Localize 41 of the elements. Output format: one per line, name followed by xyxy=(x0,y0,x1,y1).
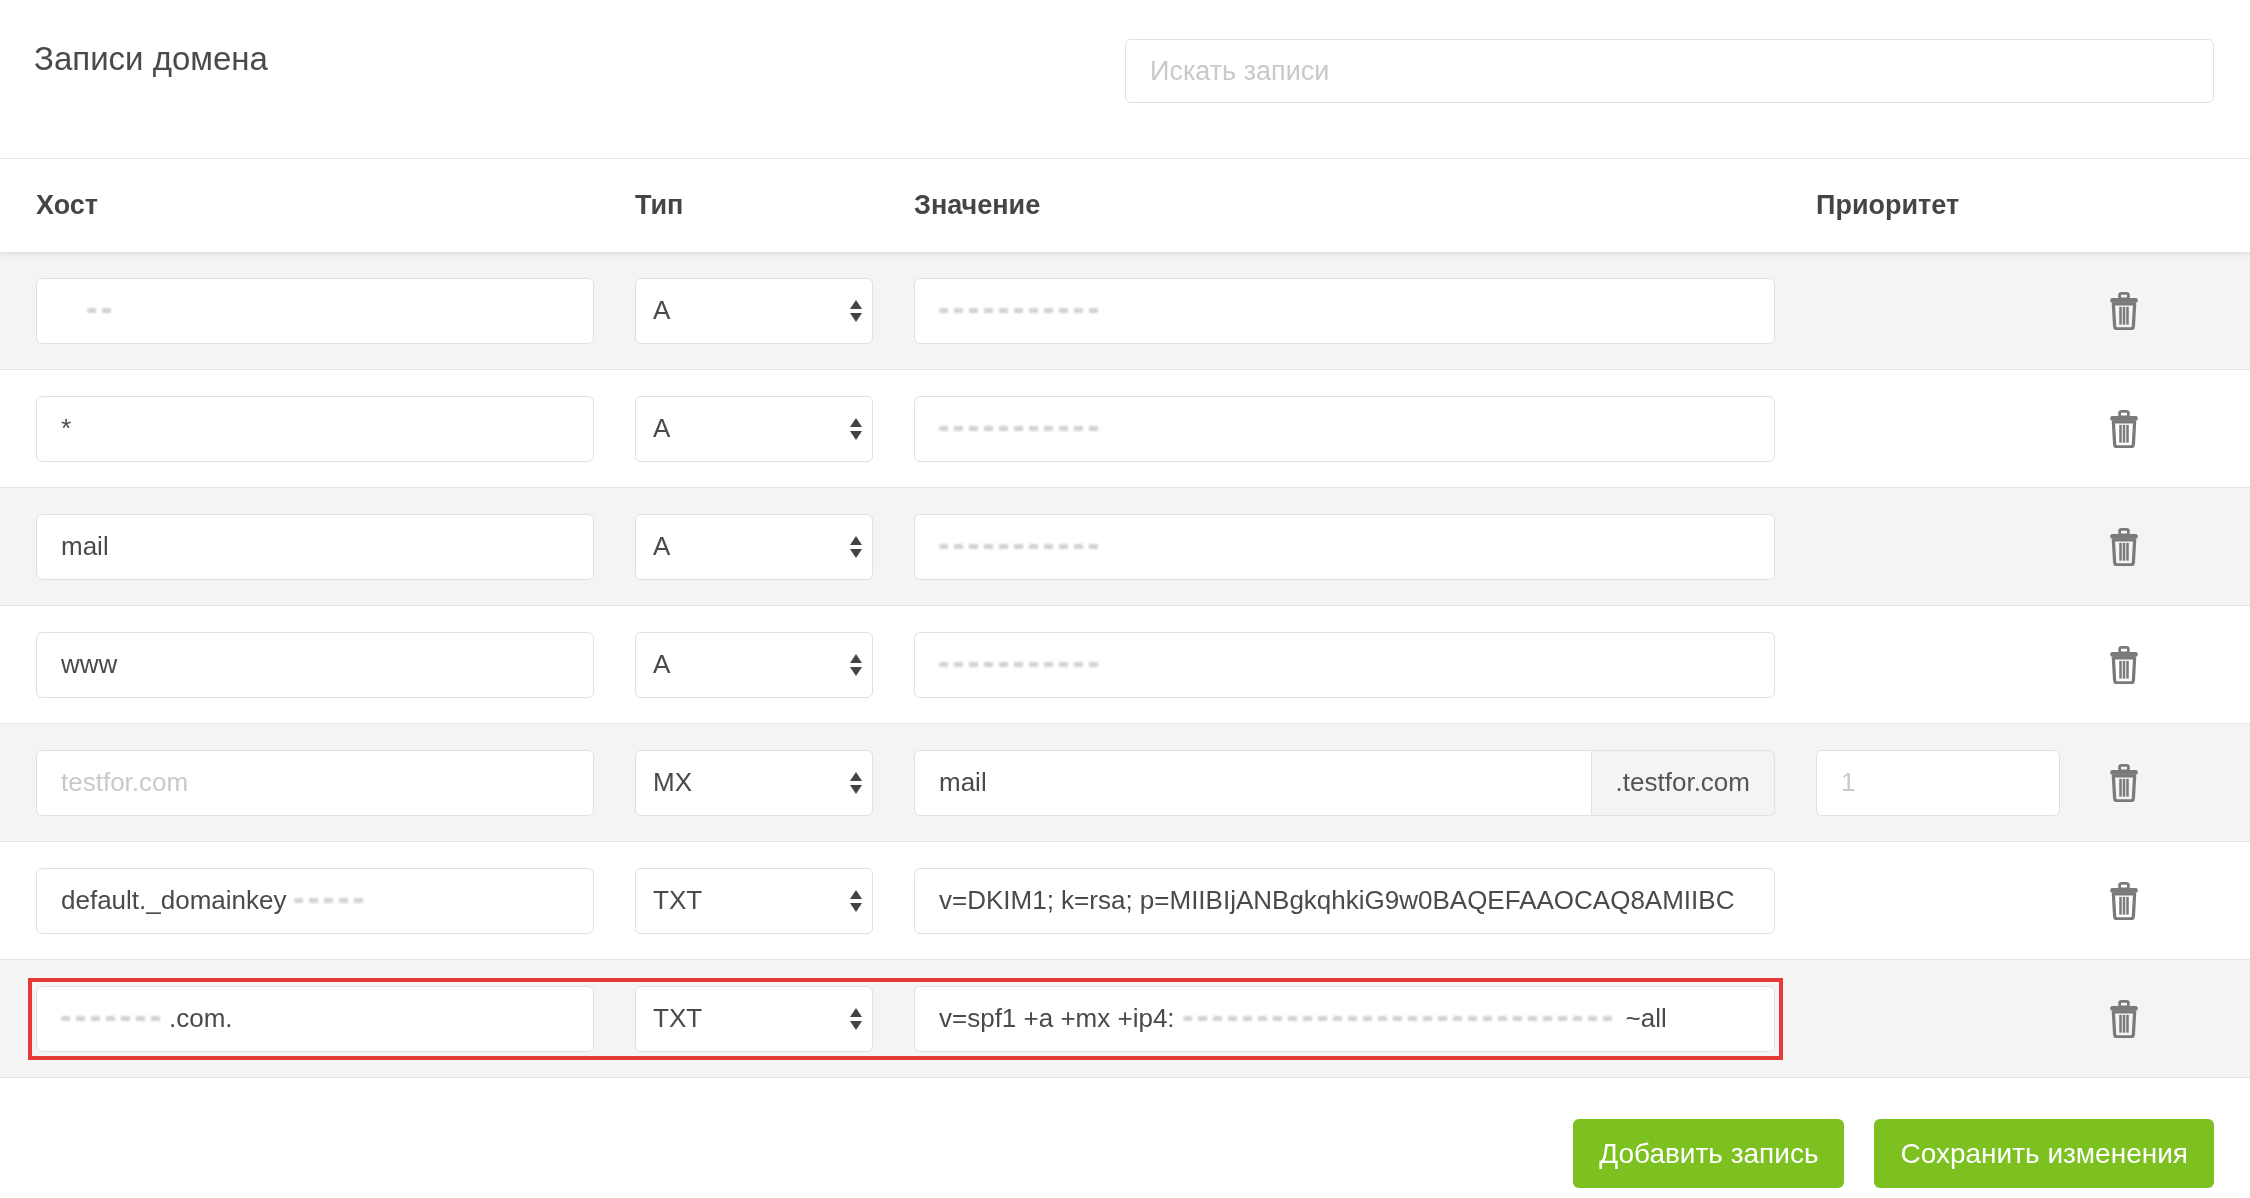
delete-trash-icon[interactable] xyxy=(2109,763,2139,802)
delete-trash-icon[interactable] xyxy=(2109,527,2139,566)
type-select[interactable]: A xyxy=(635,631,873,698)
sort-caret-icon xyxy=(850,653,862,676)
sort-caret-icon xyxy=(850,1007,862,1030)
column-header: Хост xyxy=(36,189,100,223)
value-field[interactable]: v=spf1 +a +mx +ip4: ~all xyxy=(914,985,1775,1052)
type-select[interactable]: A xyxy=(635,395,873,462)
page-title: Записи домена xyxy=(34,39,268,79)
host-field[interactable]: www xyxy=(36,631,594,698)
host-field[interactable] xyxy=(36,277,594,344)
host-field[interactable]: default._domainkey xyxy=(36,867,594,934)
sort-caret-icon xyxy=(850,417,862,440)
value-field[interactable]: mail xyxy=(914,749,1592,816)
sort-caret-icon xyxy=(850,889,862,912)
column-header: Тип xyxy=(635,189,685,223)
value-field[interactable] xyxy=(914,277,1775,344)
value-field[interactable] xyxy=(914,631,1775,698)
type-select[interactable]: MX xyxy=(635,749,873,816)
redaction-blur xyxy=(294,898,365,903)
host-field[interactable]: .com. xyxy=(36,985,594,1052)
sort-caret-icon xyxy=(850,535,862,558)
delete-trash-icon[interactable] xyxy=(2109,409,2139,448)
delete-trash-icon[interactable] xyxy=(2109,291,2139,330)
host-field[interactable]: * xyxy=(36,395,594,462)
value-field[interactable] xyxy=(914,513,1775,580)
column-header: Значение xyxy=(914,189,1042,223)
delete-trash-icon[interactable] xyxy=(2109,645,2139,684)
value-field[interactable]: v=DKIM1; k=rsa; p=MIIBIjANBgkqhkiG9w0BAQEFAAOCAQ8AMIIBC xyxy=(914,867,1775,934)
domain-suffix: .testfor.com xyxy=(1591,749,1775,816)
type-select[interactable]: A xyxy=(635,277,873,344)
delete-trash-icon[interactable] xyxy=(2109,881,2139,920)
delete-trash-icon[interactable] xyxy=(2109,999,2139,1038)
column-header: Приоритет xyxy=(1816,189,1961,223)
type-select[interactable]: A xyxy=(635,513,873,580)
sort-caret-icon xyxy=(850,771,862,794)
value-field[interactable] xyxy=(914,395,1775,462)
type-select[interactable]: TXT xyxy=(635,985,873,1052)
type-select[interactable]: TXT xyxy=(635,867,873,934)
sort-caret-icon xyxy=(850,299,862,322)
host-field[interactable]: mail xyxy=(36,513,594,580)
